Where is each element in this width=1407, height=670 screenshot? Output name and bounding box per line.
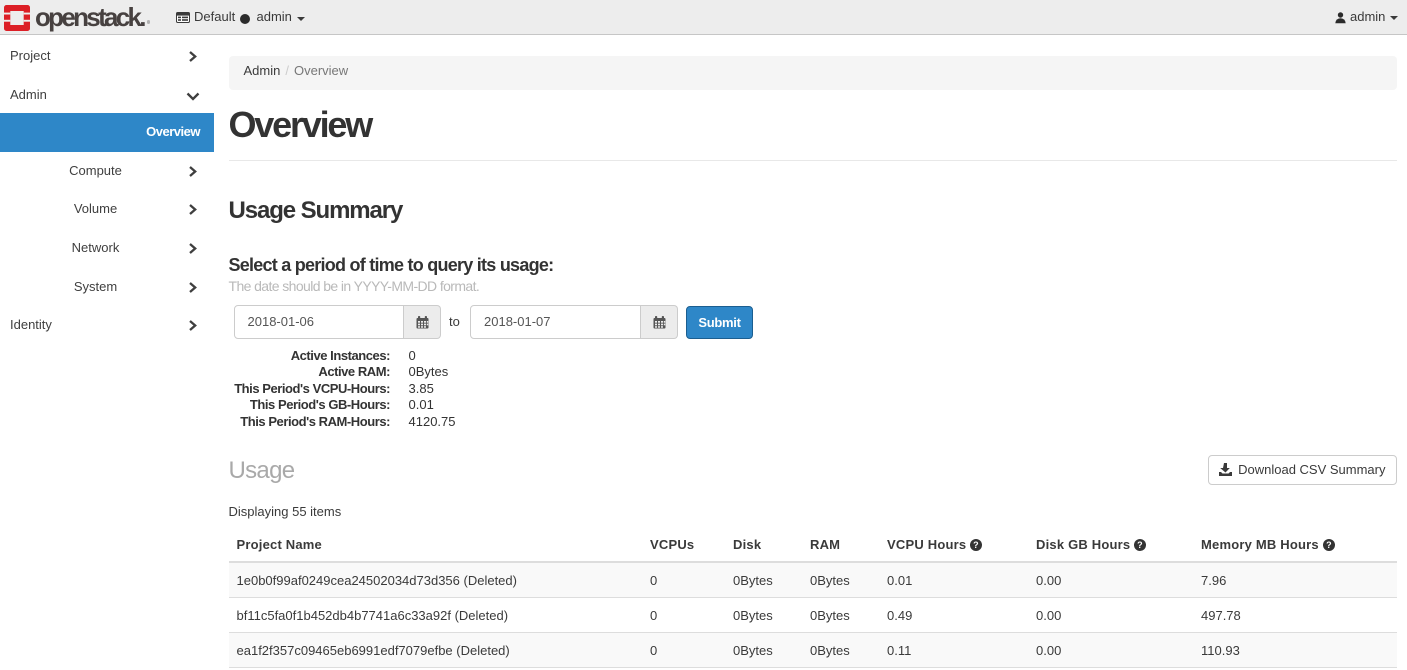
svg-text:?: ? bbox=[1326, 540, 1332, 550]
svg-text:?: ? bbox=[1137, 540, 1143, 550]
svg-text:?: ? bbox=[973, 540, 979, 550]
